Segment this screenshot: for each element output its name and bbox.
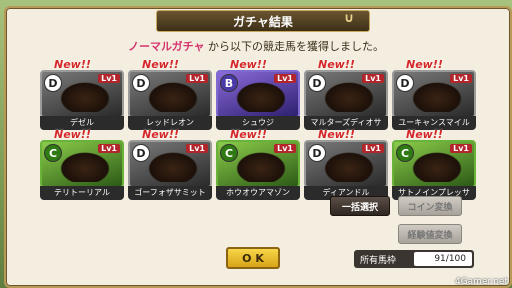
horse-image xyxy=(148,152,198,182)
rank-badge: C xyxy=(396,144,414,162)
horse-card[interactable]: New!! C Lv1 サトノインプレッサ xyxy=(392,128,476,200)
level-badge: Lv1 xyxy=(186,144,208,153)
horse-thumbnail: D Lv1 xyxy=(128,70,212,118)
horse-thumbnail: C Lv1 xyxy=(40,140,124,188)
horse-image xyxy=(412,82,462,112)
rank-badge: D xyxy=(132,144,150,162)
rank-badge: B xyxy=(220,74,238,92)
horse-thumbnail: B Lv1 xyxy=(216,70,300,118)
horse-thumbnail: C Lv1 xyxy=(392,140,476,188)
horse-card[interactable]: New!! D Lv1 ディアンドル xyxy=(304,128,388,200)
horse-card[interactable]: New!! D Lv1 デゼル xyxy=(40,58,124,130)
panel-title: ガチャ結果 xyxy=(156,10,370,32)
rank-badge: D xyxy=(308,74,326,92)
horse-image xyxy=(236,82,286,112)
exp-exchange-button[interactable]: 経験値変換 xyxy=(398,224,462,244)
horse-card[interactable]: New!! B Lv1 シュウジ xyxy=(216,58,300,130)
horse-image xyxy=(148,82,198,112)
rank-badge: D xyxy=(132,74,150,92)
horse-card[interactable]: New!! C Lv1 テリトーリアル xyxy=(40,128,124,200)
level-badge: Lv1 xyxy=(362,74,384,83)
level-badge: Lv1 xyxy=(186,74,208,83)
level-badge: Lv1 xyxy=(274,144,296,153)
bulk-select-button[interactable]: 一括選択 xyxy=(330,196,390,216)
horseshoe-icon: ∪ xyxy=(343,11,355,26)
horse-image xyxy=(412,152,462,182)
horse-name: ゴーフォザサミット xyxy=(128,186,212,200)
horse-card[interactable]: New!! D Lv1 レッドレオン xyxy=(128,58,212,130)
horse-image xyxy=(60,152,110,182)
horse-image xyxy=(60,82,110,112)
horse-thumbnail: D Lv1 xyxy=(304,70,388,118)
horse-image xyxy=(324,152,374,182)
horse-name: ホウオウアマゾン xyxy=(216,186,300,200)
horse-thumbnail: D Lv1 xyxy=(304,140,388,188)
rank-badge: D xyxy=(396,74,414,92)
horse-thumbnail: D Lv1 xyxy=(40,70,124,118)
watermark: 4Gamer.net xyxy=(454,277,508,287)
level-badge: Lv1 xyxy=(98,74,120,83)
stable-value: 91/100 xyxy=(414,252,472,266)
horse-thumbnail: C Lv1 xyxy=(216,140,300,188)
message-text: から以下の競走馬を獲得しました。 xyxy=(208,40,385,53)
coin-exchange-button[interactable]: コイン変換 xyxy=(398,196,462,216)
stable-label: 所有馬枠 xyxy=(360,255,397,266)
rank-badge: C xyxy=(44,144,62,162)
horse-card[interactable]: New!! D Lv1 ゴーフォザサミット xyxy=(128,128,212,200)
horse-image xyxy=(324,82,374,112)
level-badge: Lv1 xyxy=(274,74,296,83)
stable-capacity: 所有馬枠 91/100 xyxy=(354,250,474,268)
rank-badge: D xyxy=(308,144,326,162)
horse-thumbnail: D Lv1 xyxy=(392,70,476,118)
level-badge: Lv1 xyxy=(450,144,472,153)
horse-thumbnail: D Lv1 xyxy=(128,140,212,188)
horse-name: テリトーリアル xyxy=(40,186,124,200)
level-badge: Lv1 xyxy=(98,144,120,153)
horse-card[interactable]: New!! C Lv1 ホウオウアマゾン xyxy=(216,128,300,200)
gacha-type: ノーマルガチャ xyxy=(127,40,205,53)
horse-image xyxy=(236,152,286,182)
rank-badge: D xyxy=(44,74,62,92)
rank-badge: C xyxy=(220,144,238,162)
ok-button[interactable]: O K xyxy=(226,247,280,269)
level-badge: Lv1 xyxy=(362,144,384,153)
horse-card[interactable]: New!! D Lv1 マルターズディオサ xyxy=(304,58,388,130)
result-message: ノーマルガチャ から以下の競走馬を獲得しました。 xyxy=(0,38,512,54)
level-badge: Lv1 xyxy=(450,74,472,83)
horse-card[interactable]: New!! D Lv1 ユーキャンスマイル xyxy=(392,58,476,130)
